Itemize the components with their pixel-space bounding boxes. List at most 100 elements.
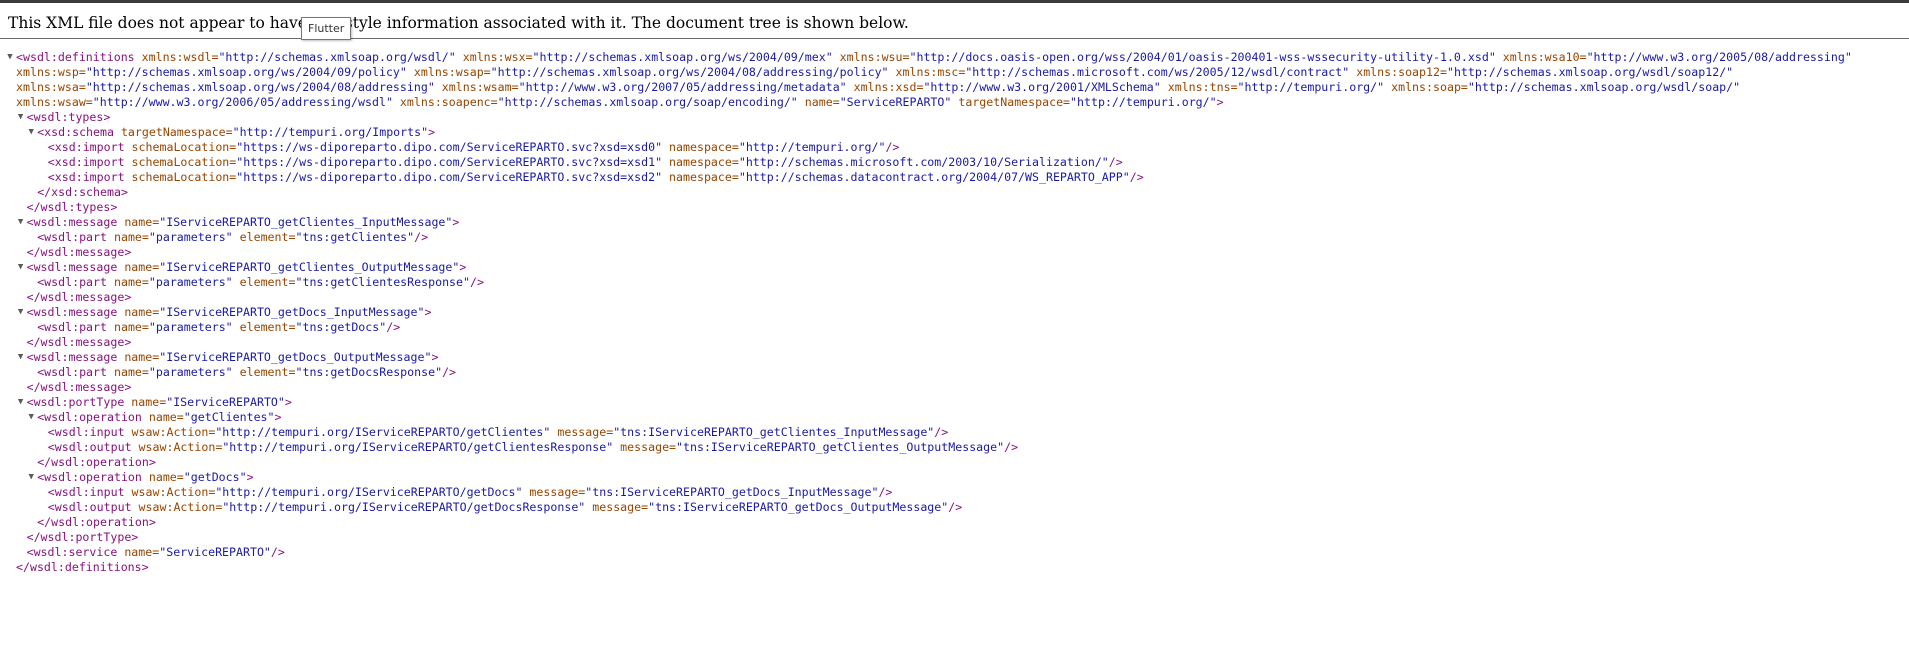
xml-tree-line: <wsdl:part name="parameters" element="tn… <box>0 275 1909 290</box>
xml-tag: <wsdl:portType <box>26 395 125 409</box>
collapse-toggle-icon[interactable]: ▼ <box>26 410 36 425</box>
xml-attr-value: "https://ws-diporeparto.dipo.com/Service… <box>236 170 663 184</box>
xml-attr-value: "parameters" <box>148 230 233 244</box>
xml-tag: </wsdl:definitions> <box>16 560 149 574</box>
xml-attr-name: xmlns:soap12= <box>1349 65 1447 79</box>
xml-attr-value: "ServiceREPARTO" <box>159 545 271 559</box>
collapse-toggle-icon[interactable]: ▼ <box>26 470 36 485</box>
xml-attr-name: name= <box>107 275 149 289</box>
xml-attr-value: "tns:getDocs" <box>295 320 387 334</box>
xml-attr-value: "http://tempuri.org/" <box>1237 80 1385 94</box>
xml-attr-value: "getDocs" <box>183 470 247 484</box>
xml-attr-name: namespace= <box>662 170 739 184</box>
xml-attr-name: schemaLocation= <box>124 140 237 154</box>
xml-info-banner: This XML file does not appear to have an… <box>0 8 1909 40</box>
xml-attr-name: schemaLocation= <box>124 155 237 169</box>
xml-attr-value: "ServiceREPARTO" <box>839 95 952 109</box>
xml-tree-line: </wsdl:message> <box>0 335 1909 350</box>
xml-attr-value: "IServiceREPARTO" <box>166 395 285 409</box>
xml-attr-value: "http://www.w3.org/2005/08/addressing" <box>1586 50 1852 64</box>
xml-attr-name: xmlns:wsam= <box>434 80 519 94</box>
xml-tree-line: <xsd:import schemaLocation="https://ws-d… <box>0 170 1909 185</box>
xml-tree-line: </wsdl:message> <box>0 290 1909 305</box>
xml-attr-name: wsaw:Action= <box>131 500 223 514</box>
xml-attr-value: "http://schemas.xmlsoap.org/wsdl/soap12/… <box>1446 65 1734 79</box>
xml-attr-value: "parameters" <box>148 275 233 289</box>
xml-tag: <wsdl:operation <box>37 470 142 484</box>
xml-tag: <wsdl:part <box>37 320 107 334</box>
xml-attr-name: name= <box>124 395 167 409</box>
xml-tree-line: <wsdl:service name="ServiceREPARTO"/> <box>0 545 1909 560</box>
collapse-toggle-icon[interactable]: ▼ <box>16 110 26 125</box>
xml-tree-line: xmlns:wsp= "http://schemas.xmlsoap.org/ws… <box>0 65 1909 80</box>
xml-tree-line: </wsdl:types> <box>0 200 1909 215</box>
collapse-toggle-icon[interactable]: ▼ <box>16 395 26 410</box>
xml-tag: > <box>274 410 282 424</box>
xml-attr-value: "http://www.w3.org/2007/05/addressing/me… <box>518 80 847 94</box>
xml-tag: > <box>459 260 467 274</box>
xml-tree-line: xmlns:wsaw="http://www.w3.org/2006/05/ad… <box>0 95 1909 110</box>
xml-attr-name: xmlns:msc= <box>888 65 966 79</box>
xml-attr-name: name= <box>107 320 149 334</box>
xml-tree-line: ▼ <wsdl:operation name="getDocs"> <box>0 470 1909 485</box>
xml-attr-name: name= <box>117 260 160 274</box>
xml-attr-name: targetNamespace= <box>951 95 1071 109</box>
xml-tag: <xsd:import <box>47 140 125 154</box>
xml-attr-name: xmlns:xsd= <box>846 80 924 94</box>
xml-tag: /> <box>270 545 285 559</box>
xml-tree-line: </wsdl:message> <box>0 245 1909 260</box>
xml-tree-line: </wsdl:operation> <box>0 515 1909 530</box>
xml-attr-value: "http://schemas.xmlsoap.org/soap/encodin… <box>497 95 798 109</box>
xml-attr-name: xmlns:wsp= <box>16 65 86 79</box>
xml-tag: > <box>452 215 460 229</box>
xml-tag: <wsdl:message <box>26 215 118 229</box>
xml-tree-line: <wsdl:part name="parameters" element="tn… <box>0 320 1909 335</box>
xml-attr-name: wsaw:Action= <box>124 425 216 439</box>
xml-attr-name: name= <box>141 470 184 484</box>
xml-attr-value: "https://ws-diporeparto.dipo.com/Service… <box>236 155 663 169</box>
xml-attr-name: xmlns:wsu= <box>832 50 910 64</box>
xml-tree-line: ▼ <wsdl:message name="IServiceREPARTO_get… <box>0 305 1909 320</box>
xml-attr-name: name= <box>797 95 840 109</box>
xml-attr-value: "tns:IServiceREPARTO_getDocs_OutputMessa… <box>648 500 949 514</box>
xml-tree-line: <wsdl:input wsaw:Action="http://tempuri.… <box>0 425 1909 440</box>
xml-attr-name: xmlns:tns= <box>1160 80 1238 94</box>
xml-attr-name: element= <box>232 365 296 379</box>
xml-tag: > <box>246 470 254 484</box>
collapse-toggle-icon[interactable]: ▼ <box>16 305 26 320</box>
xml-attr-name: xmlns:soapenc= <box>392 95 498 109</box>
xml-attr-name: xmlns:wsap= <box>406 65 491 79</box>
xml-tag: /> <box>414 230 429 244</box>
xml-tag: /> <box>470 275 484 289</box>
collapse-toggle-icon[interactable]: ▼ <box>26 125 36 140</box>
xml-tag: > <box>424 305 432 319</box>
xml-attr-name: name= <box>117 350 160 364</box>
xml-tree-line: <wsdl:input wsaw:Action="http://tempuri.… <box>0 485 1909 500</box>
xml-attr-name: name= <box>117 215 160 229</box>
collapse-toggle-icon[interactable]: ▼ <box>5 50 15 65</box>
xml-tag: <wsdl:part <box>37 275 107 289</box>
xml-tree-line: ▼ <wsdl:definitions xmlns:wsdl="http://sc… <box>0 50 1909 65</box>
xml-tag: </wsdl:message> <box>26 380 132 394</box>
collapse-toggle-icon[interactable]: ▼ <box>16 215 26 230</box>
collapse-toggle-icon[interactable]: ▼ <box>16 260 26 275</box>
xml-attr-name: wsaw:Action= <box>124 485 216 499</box>
xml-tag: </wsdl:message> <box>26 335 132 349</box>
xml-attr-value: "IServiceREPARTO_getClientes_InputMessag… <box>159 215 453 229</box>
collapse-toggle-icon[interactable]: ▼ <box>16 350 26 365</box>
xml-attr-value: "IServiceREPARTO_getDocs_InputMessage" <box>159 305 425 319</box>
xml-tree-line: </xsd:schema> <box>0 185 1909 200</box>
xml-tag: <xsd:import <box>47 155 125 169</box>
xml-tag: /> <box>878 485 893 499</box>
xml-attr-value: "http://schemas.microsoft.com/2003/10/Se… <box>738 155 1109 169</box>
xml-attr-value: "http://tempuri.org/" <box>1070 95 1217 109</box>
xml-attr-name: namespace= <box>662 155 739 169</box>
xml-tag: <wsdl:input <box>47 485 125 499</box>
xml-attr-value: "http://schemas.xmlsoap.org/wsdl/" <box>218 50 456 64</box>
xml-attr-value: "parameters" <box>148 320 233 334</box>
xml-tag: <wsdl:part <box>37 365 107 379</box>
xml-tag: > <box>428 125 436 139</box>
xml-tree-line: ▼ <wsdl:message name="IServiceREPARTO_get… <box>0 215 1909 230</box>
xml-tree-line: </wsdl:definitions> <box>0 560 1909 575</box>
xml-attr-value: "IServiceREPARTO_getDocs_OutputMessage" <box>159 350 432 364</box>
